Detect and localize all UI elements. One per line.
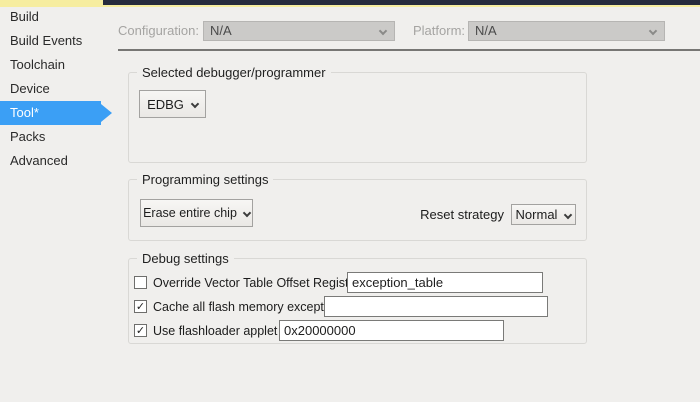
platform-value: N/A bbox=[475, 23, 497, 38]
sidebar-item-toolchain[interactable]: Toolchain bbox=[0, 53, 118, 77]
sidebar-item-label: Toolchain bbox=[10, 57, 65, 72]
debug-settings-group: Debug settings Override Vector Table Off… bbox=[128, 258, 587, 344]
override-vtor-row: Override Vector Table Offset Register bbox=[134, 272, 360, 293]
programming-group-title: Programming settings bbox=[137, 172, 273, 187]
sidebar-item-build[interactable]: Build bbox=[0, 5, 118, 29]
cache-flash-input[interactable] bbox=[324, 296, 548, 317]
erase-mode-value: Erase entire chip bbox=[143, 206, 237, 220]
cache-flash-row: ✓ Cache all flash memory except bbox=[134, 296, 324, 317]
flashloader-label: Use flashloader applet bbox=[153, 324, 277, 338]
cache-flash-label: Cache all flash memory except bbox=[153, 300, 324, 314]
flashloader-row: ✓ Use flashloader applet bbox=[134, 320, 277, 341]
debugger-group-title: Selected debugger/programmer bbox=[137, 65, 331, 80]
sidebar-item-build-events[interactable]: Build Events bbox=[0, 29, 118, 53]
debugger-tool-dropdown[interactable]: EDBG bbox=[139, 90, 206, 118]
reset-strategy-wrap: Reset strategy Normal bbox=[420, 204, 576, 225]
configuration-value: N/A bbox=[210, 23, 232, 38]
sidebar-item-label: Device bbox=[10, 81, 50, 96]
sidebar-item-tool[interactable]: Tool* bbox=[0, 101, 118, 125]
sidebar-item-device[interactable]: Device bbox=[0, 77, 118, 101]
debug-group-title: Debug settings bbox=[137, 251, 234, 266]
reset-strategy-value: Normal bbox=[516, 207, 558, 222]
configuration-dropdown[interactable]: N/A bbox=[203, 21, 395, 41]
programming-settings-group: Programming settings Erase entire chip R… bbox=[128, 179, 587, 241]
chevron-down-icon bbox=[243, 209, 251, 217]
sidebar-item-advanced[interactable]: Advanced bbox=[0, 149, 118, 173]
flashloader-input[interactable] bbox=[279, 320, 504, 341]
sidebar: Build Build Events Toolchain Device Tool… bbox=[0, 5, 118, 173]
platform-label: Platform: bbox=[413, 23, 465, 38]
override-vtor-label: Override Vector Table Offset Register bbox=[153, 276, 360, 290]
reset-strategy-label: Reset strategy bbox=[420, 207, 504, 222]
sidebar-item-label: Advanced bbox=[10, 153, 68, 168]
sidebar-item-packs[interactable]: Packs bbox=[0, 125, 118, 149]
platform-dropdown[interactable]: N/A bbox=[468, 21, 665, 41]
override-vtor-input[interactable] bbox=[347, 272, 543, 293]
flashloader-checkbox[interactable]: ✓ bbox=[134, 324, 147, 337]
chevron-down-icon bbox=[564, 210, 572, 218]
cache-flash-checkbox[interactable]: ✓ bbox=[134, 300, 147, 313]
top-accent-bar-dark bbox=[103, 0, 700, 7]
reset-strategy-dropdown[interactable]: Normal bbox=[511, 204, 576, 225]
selected-item-arrow-icon bbox=[101, 104, 112, 122]
configuration-label: Configuration: bbox=[118, 23, 199, 38]
debugger-group: Selected debugger/programmer EDBG bbox=[128, 72, 587, 163]
sidebar-item-label: Tool* bbox=[10, 105, 39, 120]
header-separator bbox=[118, 49, 700, 51]
erase-mode-dropdown[interactable]: Erase entire chip bbox=[140, 199, 253, 227]
tool-settings-page: Build Build Events Toolchain Device Tool… bbox=[0, 0, 700, 402]
chevron-down-icon bbox=[191, 100, 199, 108]
sidebar-item-label: Build bbox=[10, 9, 39, 24]
debugger-tool-value: EDBG bbox=[147, 97, 184, 112]
override-vtor-checkbox[interactable] bbox=[134, 276, 147, 289]
chevron-down-icon bbox=[649, 27, 657, 35]
sidebar-item-label: Packs bbox=[10, 129, 45, 144]
sidebar-item-label: Build Events bbox=[10, 33, 82, 48]
chevron-down-icon bbox=[379, 27, 387, 35]
